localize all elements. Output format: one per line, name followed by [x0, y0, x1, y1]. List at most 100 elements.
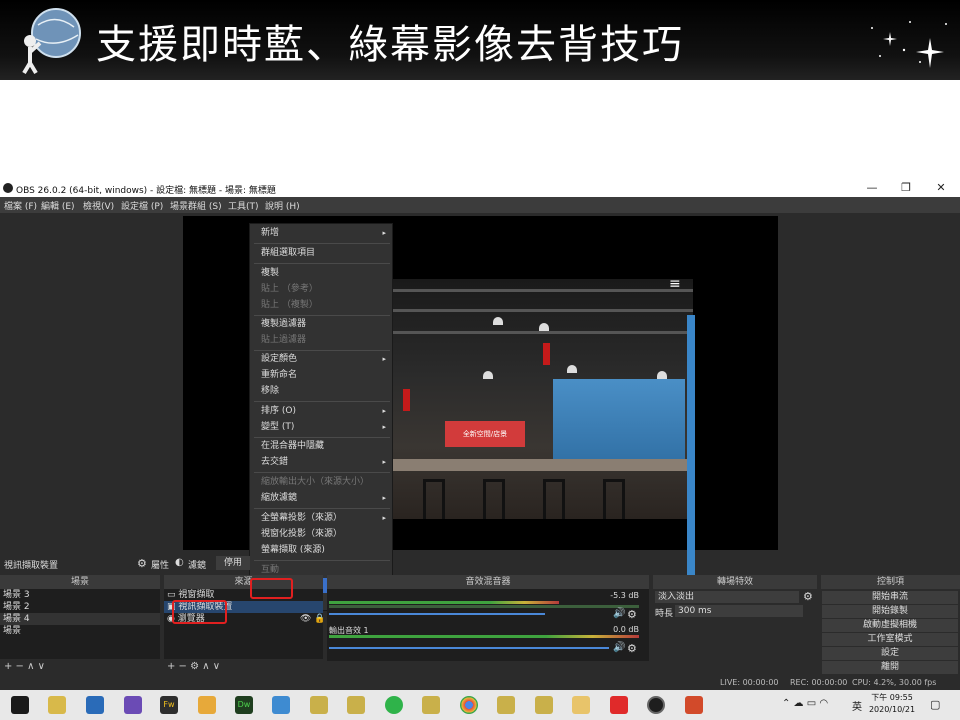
app-icon[interactable] — [685, 696, 703, 714]
app-icon[interactable] — [48, 696, 66, 714]
ctx-item-deinterlace[interactable]: 去交錯 ▸ — [250, 455, 394, 470]
ctx-item-windowed-projector[interactable]: 視窗化投影（來源） — [250, 527, 394, 542]
rec-status: REC: 00:00:00 — [790, 678, 848, 687]
chrome-icon[interactable] — [460, 696, 478, 714]
lock-icon[interactable]: 🔒 — [314, 613, 325, 625]
volume-slider[interactable] — [329, 647, 609, 649]
duration-input[interactable]: 300 ms — [675, 605, 803, 617]
scenes-header: 場景 — [0, 575, 160, 589]
app-icon[interactable] — [610, 696, 628, 714]
settings-button[interactable]: 設定 — [822, 647, 958, 660]
source-context-menu: 新增 ▸ 群組選取項目 複製 貼上 （參考） 貼上 （複製） 複製過濾器 貼上過濾… — [249, 223, 394, 611]
sparkle-stars-decoration — [871, 21, 947, 68]
virtual-camera-button[interactable]: 啟動虛擬相機 — [822, 619, 958, 632]
ctx-item-rename[interactable]: 重新命名 — [250, 368, 394, 383]
ctx-item-hide-in-mixer[interactable]: 在混合器中隱藏 — [250, 439, 394, 454]
scenes-list: 場景 3 場景 2 場景 4 場景 — [0, 589, 160, 659]
eye-icon[interactable]: 👁 — [300, 613, 311, 625]
highlight-video-capture-source — [172, 600, 227, 624]
app-icon[interactable] — [86, 696, 104, 714]
sources-footer-buttons[interactable]: + − ⚙ ∧ ∨ — [167, 661, 220, 674]
app-icon[interactable] — [272, 696, 290, 714]
status-bar: LIVE: 00:00:00 REC: 00:00:00 CPU: 4.2%, … — [0, 676, 960, 690]
ctx-item-copy[interactable]: 複製 — [250, 266, 394, 281]
fireworks-icon[interactable]: Fw — [160, 696, 178, 714]
hamburger-menu-icon: ≡ — [669, 276, 681, 292]
folder-icon[interactable] — [572, 696, 590, 714]
ctx-item-group-selected[interactable]: 群組選取項目 — [250, 246, 394, 261]
slide: 支援即時藍、綠幕影像去背技巧 OBS 26.0.2 (64-bit, windo… — [0, 0, 960, 720]
maximize-button[interactable]: ❐ — [896, 181, 916, 196]
exit-button[interactable]: 離開 — [822, 661, 958, 674]
window-titlebar: OBS 26.0.2 (64-bit, windows) - 設定檔: 無標題 … — [0, 180, 960, 197]
cpu-status: CPU: 4.2%, 30.00 fps — [852, 678, 937, 687]
volume-slider[interactable] — [329, 613, 545, 615]
ctx-item-transform[interactable]: 變型 (T) ▸ — [250, 420, 394, 435]
mixer-channel-db: -5.3 dB — [610, 591, 639, 600]
window-title: OBS 26.0.2 (64-bit, windows) - 設定檔: 無標題 … — [16, 186, 276, 196]
duration-label: 時長 — [655, 609, 674, 619]
tray-icons[interactable]: ⌃ ☁ ▭ ◠ — [782, 698, 828, 709]
properties-button[interactable]: 屬性 — [151, 558, 169, 571]
window-icon: ▭ — [167, 590, 179, 600]
start-streaming-button[interactable]: 開始串流 — [822, 591, 958, 604]
windows-start-icon[interactable] — [11, 696, 29, 714]
submenu-arrow-icon: ▸ — [382, 229, 386, 237]
menu-edit[interactable]: 編輯 (E) — [41, 199, 75, 212]
close-button[interactable]: ✕ — [931, 181, 951, 196]
menu-scene-collection[interactable]: 場景群組 (S) — [170, 199, 222, 212]
submenu-arrow-icon: ▸ — [382, 355, 386, 363]
deactivate-button[interactable]: 停用 — [216, 556, 250, 570]
slide-header: 支援即時藍、綠幕影像去背技巧 — [0, 0, 960, 80]
menu-tools[interactable]: 工具(T) — [228, 199, 259, 212]
studio-mode-button[interactable]: 工作室模式 — [822, 633, 958, 646]
sources-header: 來源 — [164, 575, 323, 589]
speaker-icon[interactable]: 🔊 — [613, 642, 625, 653]
preview-cafe-image: 全新空間/店景 — [393, 279, 693, 519]
scene-item-selected[interactable]: 場景 4 — [0, 613, 160, 625]
notification-icon[interactable]: ▢ — [930, 698, 940, 711]
gear-icon[interactable]: ⚙ — [627, 642, 637, 655]
filter-icon[interactable]: ◐ — [175, 557, 184, 568]
ctx-item-order[interactable]: 排序 (O) ▸ — [250, 404, 394, 419]
app-icon[interactable] — [497, 696, 515, 714]
ctx-item-remove[interactable]: 移除 — [250, 384, 394, 399]
speaker-icon[interactable]: 🔊 — [613, 608, 625, 619]
start-recording-button[interactable]: 開始錄製 — [822, 605, 958, 618]
obs-window: OBS 26.0.2 (64-bit, windows) - 設定檔: 無標題 … — [0, 180, 960, 690]
ctx-item-paste-duplicate: 貼上 （複製） — [261, 300, 318, 310]
dreamweaver-icon[interactable]: Dw — [235, 696, 253, 714]
menu-help[interactable]: 說明 (H) — [265, 199, 300, 212]
gear-icon[interactable]: ⚙ — [803, 590, 813, 603]
app-icon[interactable] — [124, 696, 142, 714]
ctx-item-add[interactable]: 新增 ▸ — [250, 226, 394, 241]
ctx-item-scale-filtering[interactable]: 縮放濾鏡 ▸ — [250, 491, 394, 506]
app-icon[interactable] — [310, 696, 328, 714]
mixer-meter — [329, 601, 559, 604]
gear-icon[interactable]: ⚙ — [627, 608, 637, 621]
scene-item[interactable]: 場景 3 — [0, 589, 160, 601]
menu-profile[interactable]: 設定檔 (P) — [121, 199, 163, 212]
menu-view[interactable]: 檢視(V) — [83, 199, 114, 212]
minimize-button[interactable]: — — [862, 181, 882, 196]
input-language[interactable]: 英 — [852, 698, 862, 713]
app-icon[interactable] — [347, 696, 365, 714]
menu-file[interactable]: 檔案 (F) — [4, 199, 37, 212]
mixer-meter — [329, 635, 639, 638]
taskbar-clock[interactable]: 下午 09:55 2020/10/21 — [868, 692, 916, 716]
mixer-header: 音效混音器 — [327, 575, 649, 589]
obs-icon[interactable] — [647, 696, 665, 714]
gear-icon[interactable]: ⚙ — [137, 557, 147, 570]
transition-select[interactable]: 淡入淡出 — [655, 591, 799, 603]
ctx-item-copy-filters[interactable]: 複製過濾器 — [250, 317, 394, 332]
ctx-item-fullscreen-projector[interactable]: 全螢幕投影（來源） ▸ — [250, 511, 394, 526]
scene-item[interactable]: 場景 — [0, 625, 160, 637]
app-icon[interactable] — [422, 696, 440, 714]
filters-button[interactable]: 濾鏡 — [188, 558, 206, 571]
ctx-item-set-color[interactable]: 設定顏色 ▸ — [250, 352, 394, 367]
app-icon[interactable] — [198, 696, 216, 714]
scene-item[interactable]: 場景 2 — [0, 601, 160, 613]
scenes-footer-buttons[interactable]: + − ∧ ∨ — [4, 661, 45, 674]
app-icon[interactable] — [535, 696, 553, 714]
line-icon[interactable] — [385, 696, 403, 714]
